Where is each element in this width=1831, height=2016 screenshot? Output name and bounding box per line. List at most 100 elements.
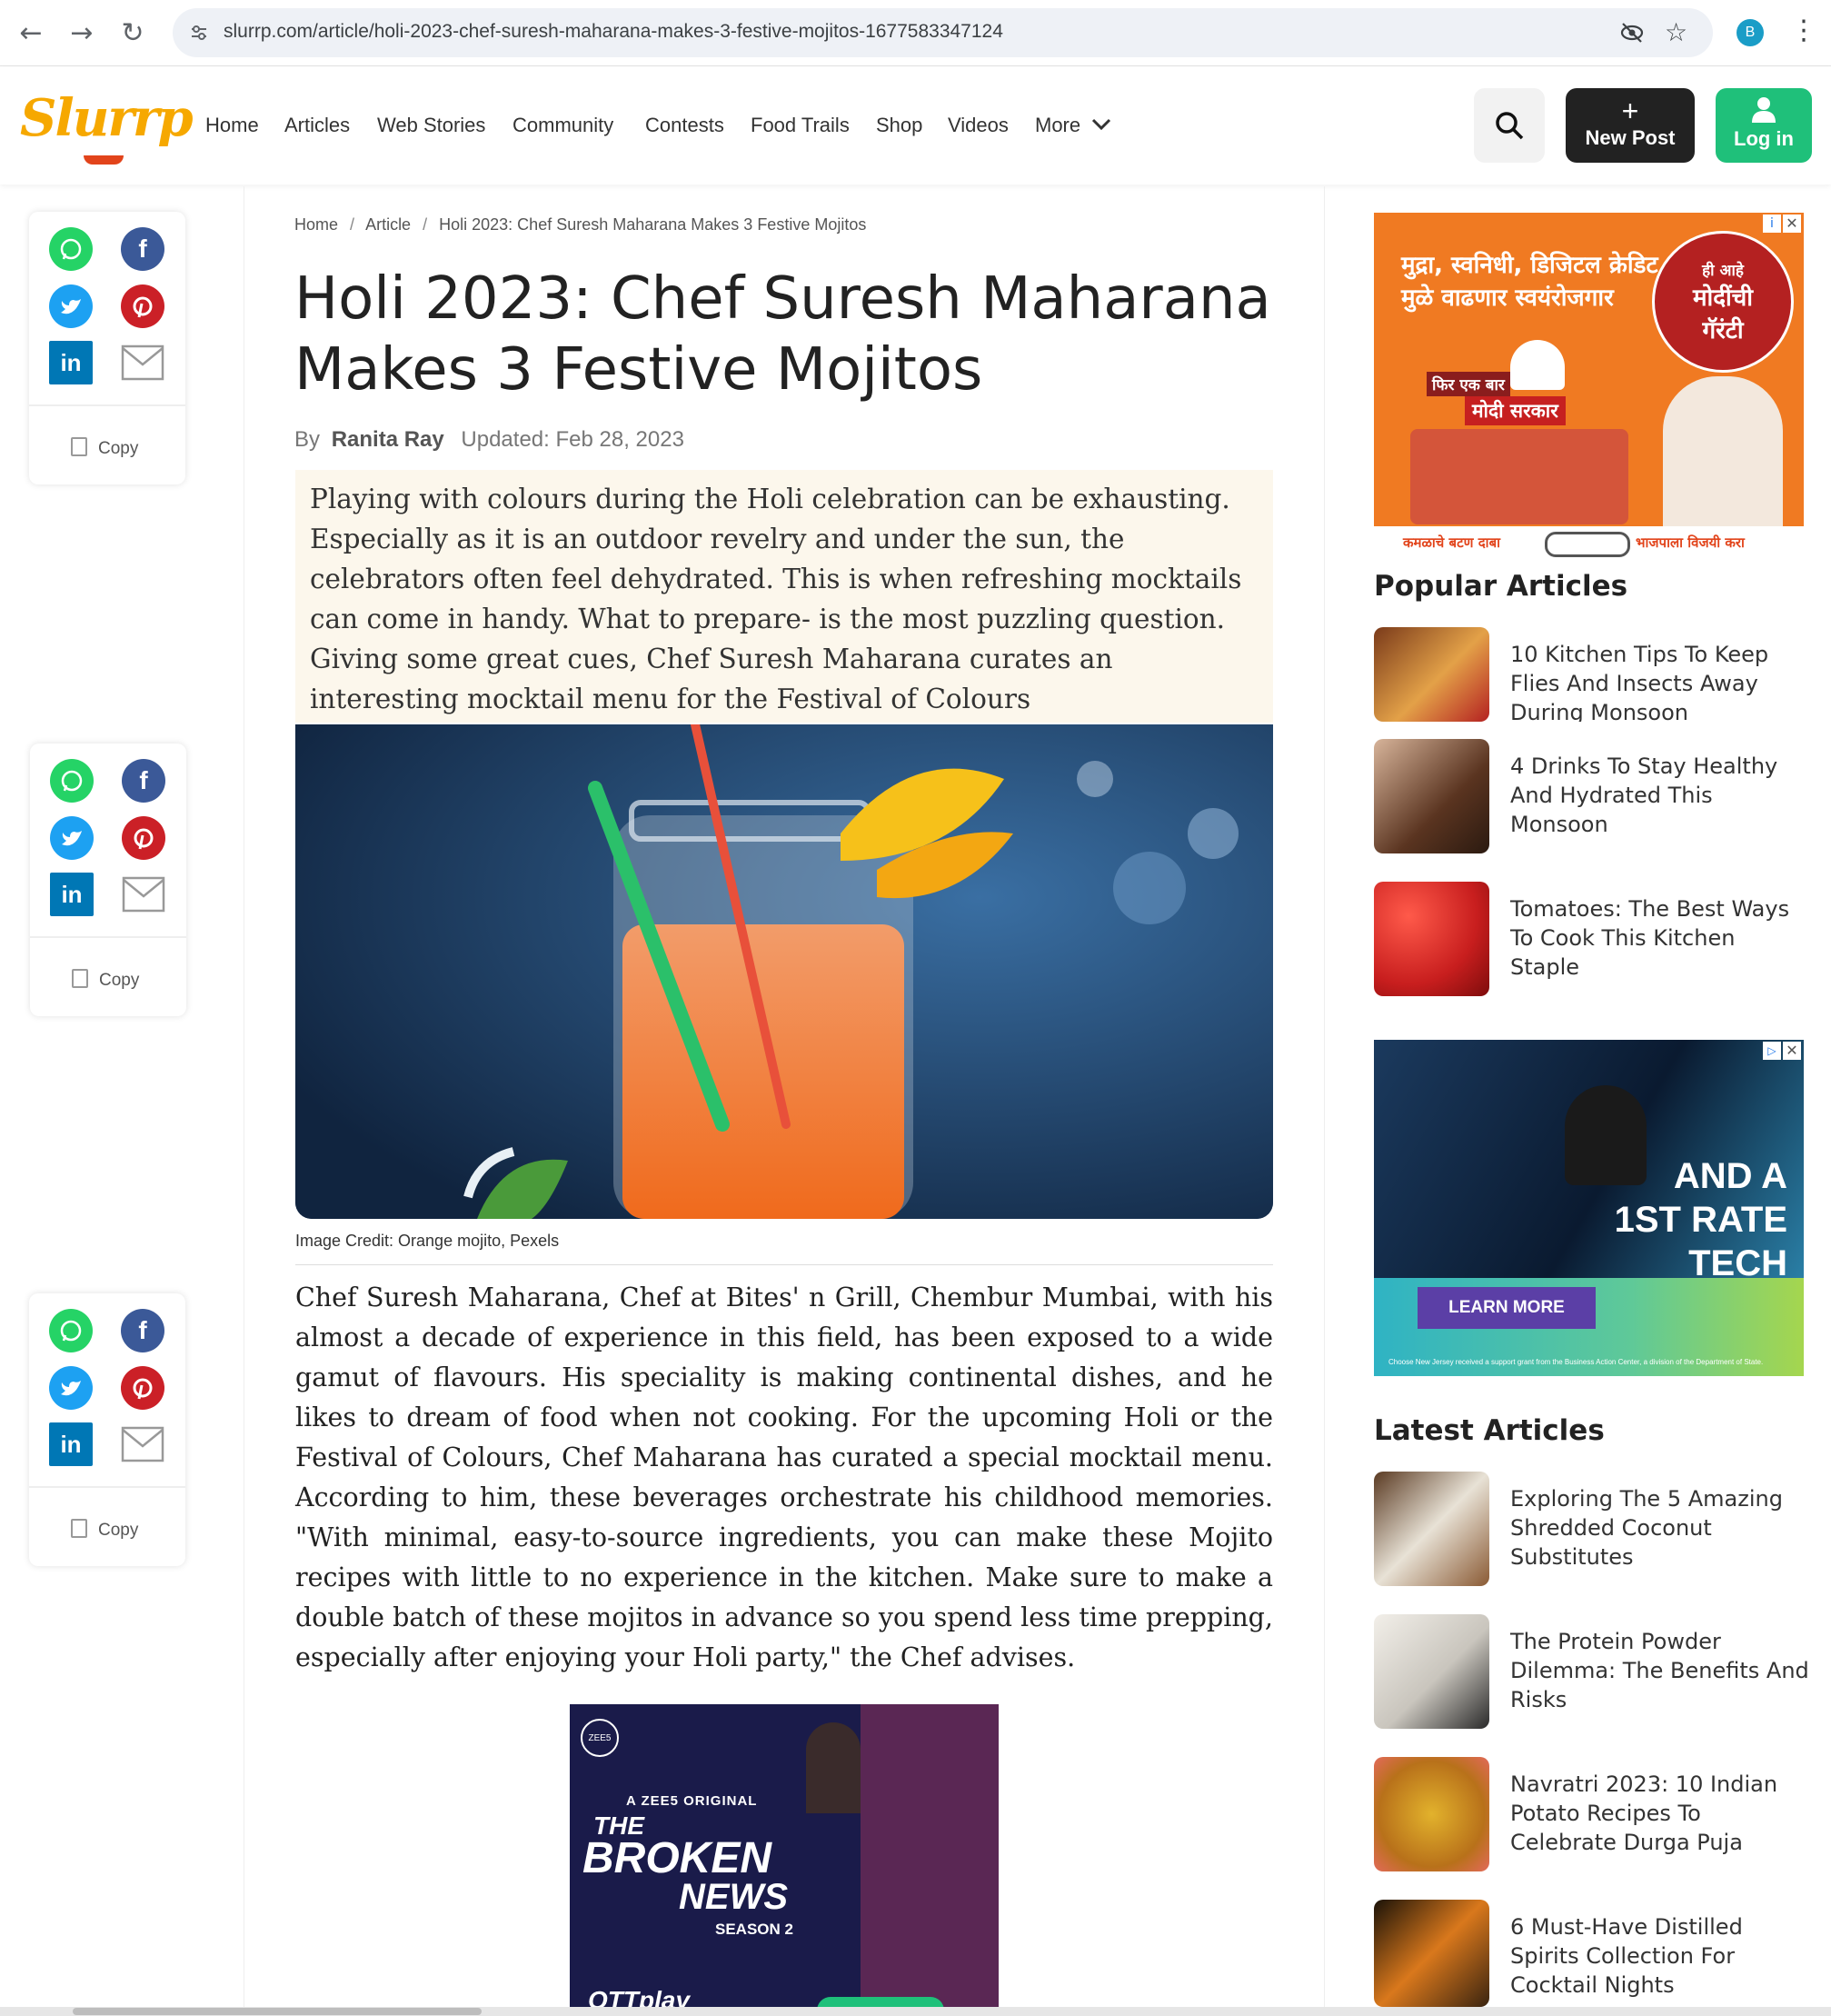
whatsapp-icon[interactable]	[49, 227, 93, 271]
copy-icon	[71, 1519, 87, 1538]
chevron-down-icon[interactable]	[1090, 115, 1112, 137]
breadcrumb-home[interactable]: Home	[294, 215, 338, 234]
nav-contests[interactable]: Contests	[645, 114, 724, 137]
article-link-title[interactable]: 10 Kitchen Tips To Keep Flies And Insect…	[1510, 640, 1810, 722]
ad-close-icon[interactable]: ✕	[1783, 215, 1801, 233]
copy-label: Copy	[98, 439, 139, 458]
popular-article-item[interactable]: 10 Kitchen Tips To Keep Flies And Insect…	[1374, 627, 1810, 722]
share-card: f in Copy	[29, 1293, 185, 1566]
summary-text: Playing with colours during the Holi cel…	[310, 484, 1242, 714]
linkedin-icon[interactable]: in	[49, 341, 93, 384]
adchoices-icon[interactable]: i	[1763, 215, 1781, 233]
article-link-title[interactable]: Exploring The 5 Amazing Shredded Coconut…	[1510, 1484, 1810, 1572]
share-divider	[29, 404, 185, 406]
popular-article-item[interactable]: Tomatoes: The Best Ways To Cook This Kit…	[1374, 882, 1810, 996]
mail-icon[interactable]	[121, 1422, 164, 1466]
article-thumbnail	[1374, 1900, 1489, 2007]
twitter-icon[interactable]	[49, 284, 93, 328]
article-link-title[interactable]: 4 Drinks To Stay Healthy And Hydrated Th…	[1510, 752, 1810, 839]
banner-ad[interactable]: i ✕ मुद्रा, स्वनिधी, डिजिटल क्रेडिट मुळे…	[1374, 213, 1804, 558]
breadcrumb-article[interactable]: Article	[365, 215, 411, 234]
badge-line-3: गॅरंटी	[1702, 317, 1744, 344]
breadcrumb-current: Holi 2023: Chef Suresh Maharana Makes 3 …	[439, 215, 867, 234]
new-post-label: New Post	[1585, 126, 1676, 149]
address-bar[interactable]: slurrp.com/article/holi-2023-chef-suresh…	[173, 8, 1713, 57]
share-card: f in Copy	[29, 212, 185, 484]
breadcrumb-separator: /	[423, 215, 428, 234]
logo-swoosh	[84, 155, 124, 165]
nav-web-stories[interactable]: Web Stories	[377, 114, 485, 137]
latest-article-item[interactable]: Navratri 2023: 10 Indian Potato Recipes …	[1374, 1757, 1810, 1871]
new-post-button[interactable]: + New Post	[1566, 88, 1695, 163]
twitter-icon[interactable]	[49, 1366, 93, 1410]
login-button[interactable]: Log in	[1716, 88, 1812, 163]
badge-line-2: मोदींची	[1692, 284, 1754, 312]
article-thumbnail	[1374, 739, 1489, 853]
bookmark-star-icon[interactable]: ☆	[1665, 17, 1687, 47]
latest-article-item[interactable]: The Protein Powder Dilemma: The Benefits…	[1374, 1614, 1810, 1729]
ad-headline-line-1: AND A	[1673, 1156, 1787, 1196]
popular-article-item[interactable]: 4 Drinks To Stay Healthy And Hydrated Th…	[1374, 739, 1810, 853]
nav-more[interactable]: More	[1035, 114, 1080, 137]
article-link-title[interactable]: The Protein Powder Dilemma: The Benefits…	[1510, 1627, 1810, 1714]
copy-link-button[interactable]: Copy	[72, 969, 139, 991]
tech-ad[interactable]: ▷ ✕ AND A 1ST RATE TECH LEARN MORE Choos…	[1374, 1040, 1804, 1376]
ad-kicker: A ZEE5 ORIGINAL	[626, 1793, 758, 1809]
forward-icon[interactable]: →	[65, 16, 98, 49]
article-link-title[interactable]: 6 Must-Have Distilled Spirits Collection…	[1510, 1912, 1810, 2000]
browser-menu-icon[interactable]: ⋮	[1790, 13, 1817, 49]
learn-more-button[interactable]: LEARN MORE	[1418, 1287, 1596, 1329]
facebook-icon[interactable]: f	[121, 1309, 164, 1352]
plus-icon: +	[1621, 95, 1639, 127]
mail-icon[interactable]	[122, 873, 165, 916]
lotus-icon	[1510, 340, 1565, 390]
linkedin-icon[interactable]: in	[50, 873, 94, 916]
mail-icon[interactable]	[121, 341, 164, 384]
url-text[interactable]: slurrp.com/article/holi-2023-chef-suresh…	[224, 21, 1003, 43]
article-link-title[interactable]: Navratri 2023: 10 Indian Potato Recipes …	[1510, 1770, 1810, 1857]
crowd-photo	[1410, 429, 1628, 524]
share-divider	[30, 936, 186, 938]
ad-season: SEASON 2	[715, 1921, 793, 1938]
nav-articles[interactable]: Articles	[284, 114, 350, 137]
linkedin-icon[interactable]: in	[49, 1422, 93, 1466]
facebook-icon[interactable]: f	[121, 227, 164, 271]
nav-videos[interactable]: Videos	[948, 114, 1009, 137]
copy-link-button[interactable]: Copy	[71, 437, 138, 459]
back-icon[interactable]: ←	[15, 16, 47, 49]
ad-footer-left: कमळाचे बटण दाबा	[1403, 534, 1501, 551]
scrollbar-thumb[interactable]	[73, 2008, 482, 2015]
adchoices-icon[interactable]: ▷	[1763, 1042, 1781, 1060]
updated-date: Updated: Feb 28, 2023	[461, 427, 684, 452]
slurrp-logo[interactable]: Slurrp	[20, 88, 194, 148]
search-button[interactable]	[1474, 88, 1545, 163]
author-link[interactable]: Ranita Ray	[332, 427, 444, 452]
leader-photo	[1663, 376, 1783, 526]
horizontal-scrollbar[interactable]	[0, 2007, 1831, 2016]
ad-headline-line-2: 1ST RATE	[1614, 1200, 1787, 1240]
reload-icon[interactable]: ↻	[116, 16, 149, 49]
zee5-logo: ZEE5	[581, 1719, 619, 1757]
nav-home[interactable]: Home	[205, 114, 259, 137]
whatsapp-icon[interactable]	[50, 759, 94, 803]
latest-article-item[interactable]: Exploring The 5 Amazing Shredded Coconut…	[1374, 1472, 1810, 1586]
twitter-icon[interactable]	[50, 816, 94, 860]
pinterest-icon[interactable]	[122, 816, 165, 860]
copy-label: Copy	[99, 971, 140, 990]
profile-avatar[interactable]: B	[1736, 19, 1764, 46]
nav-food-trails[interactable]: Food Trails	[751, 114, 850, 137]
site-settings-icon[interactable]	[189, 23, 209, 43]
copy-link-button[interactable]: Copy	[71, 1519, 138, 1541]
pinterest-icon[interactable]	[121, 284, 164, 328]
latest-article-item[interactable]: 6 Must-Have Distilled Spirits Collection…	[1374, 1900, 1810, 2007]
facebook-icon[interactable]: f	[122, 759, 165, 803]
video-ad[interactable]: ZEE5 A ZEE5 ORIGINAL THE BROKEN NEWS SEA…	[570, 1704, 999, 2016]
nav-shop[interactable]: Shop	[876, 114, 922, 137]
eye-off-icon[interactable]	[1619, 21, 1645, 45]
whatsapp-icon[interactable]	[49, 1309, 93, 1352]
article-link-title[interactable]: Tomatoes: The Best Ways To Cook This Kit…	[1510, 894, 1810, 982]
nav-community[interactable]: Community	[512, 114, 613, 137]
breadcrumb-separator: /	[350, 215, 355, 234]
ad-close-icon[interactable]: ✕	[1783, 1042, 1801, 1060]
pinterest-icon[interactable]	[121, 1366, 164, 1410]
